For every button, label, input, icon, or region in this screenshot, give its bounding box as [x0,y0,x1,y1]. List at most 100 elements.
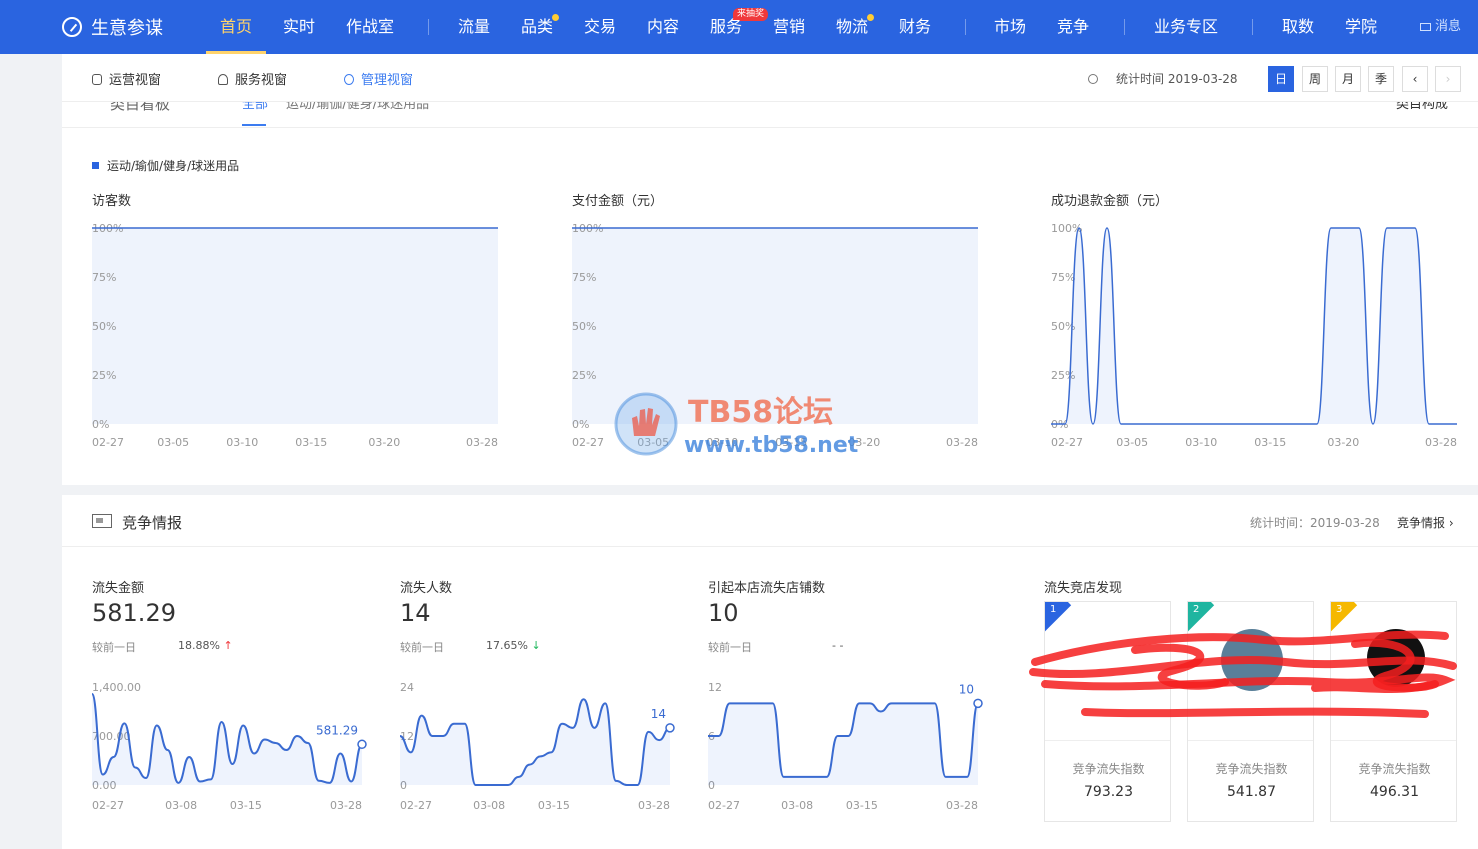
chevron-left-icon: ‹ [1412,72,1418,86]
metric-label: 引起本店流失店铺数 [708,581,826,596]
x-tick-label: 03-08 [781,799,813,812]
period-week-button[interactable]: 周 [1302,66,1328,92]
tab-all[interactable]: 全部 [242,102,268,112]
nav-item-1[interactable]: 实时 [283,0,315,54]
nav-item-9[interactable]: 物流 [836,0,868,54]
nav-item-13[interactable]: 业务专区 [1154,0,1218,54]
forum-watermark: TB58论坛 www.tb58.net [614,392,859,456]
rival-title: 流失竞店发现 [1044,581,1123,596]
lost-visitors-metric: 流失人数 14 较前一日 17.65% ↓ 24 12 0 02-27 03-08 03-1… [399,577,690,812]
metric-compare: 较前一日 18.88% ↑ [92,639,233,654]
last-point-label: 581.29 [316,723,358,737]
x-tick-label: 03-15 [538,799,570,812]
period-month-button[interactable]: 月 [1335,66,1361,92]
x-tick-label: 02-27 [92,799,124,812]
nav-item-11[interactable]: 市场 [994,0,1026,54]
x-tick-label: 03-08 [473,799,505,812]
prev-period-button[interactable]: ‹ [1402,66,1428,92]
period-quarter-button[interactable]: 季 [1368,66,1394,92]
competition-header: 竞争情报 统计时间：2019-03-28 竞争情报 › [62,495,1478,547]
next-period-button[interactable]: › [1435,66,1461,92]
nav-item-15[interactable]: 学院 [1345,0,1377,54]
divider [1331,740,1456,741]
last-point-marker [665,723,675,733]
nav-notify-dot [552,14,559,21]
metric-value: 581.29 [92,599,176,627]
top-nav: 生意参谋 来抽奖 消息 首页 实时 作战室 流量 品类 交易 内容 服务 营销 物流 财务 市场 竞争业… [0,0,1478,54]
message-link[interactable]: 消息 [1420,0,1461,54]
watermark-url: www.tb58.net [684,433,859,456]
visitors-chart: 访客数 100%75%50%25%0%02-2703-0503-1003-150… [92,190,522,449]
watermark-title: TB58论坛 [688,395,833,430]
scribble-stroke [1081,707,1429,718]
shield-icon [92,74,102,85]
y-tick-label: 75% [1051,271,1075,284]
nav-item-6[interactable]: 内容 [647,0,679,54]
compass-logo-icon [62,17,82,37]
divider [1188,740,1313,741]
metric-label: 流失人数 [400,581,453,596]
x-tick-label: 02-27 [708,799,740,812]
lost-shops-metric: 引起本店流失店铺数 10 较前一日- - 126002-2703-0803-15… [708,577,998,812]
legend-swatch [92,162,99,169]
x-tick-label: 03-28 [330,799,362,812]
tab-operation-view[interactable]: 运营视窗 [92,69,161,88]
refund-chart: 成功退款金额（元） 100% 75% 50% 25% 0% 02-27 03-05 03-10… [1051,190,1478,449]
rank-number: 3 [1336,604,1343,615]
headset-icon [218,74,228,85]
y-tick-label: 12 [708,681,722,694]
x-tick-label: 03-15 [846,799,878,812]
metric-compare: 较前一日 17.65% ↓ [400,639,541,654]
tab-service-view[interactable]: 服务视窗 [218,69,287,88]
metric-value: 10 [708,599,739,627]
x-tick-label: 03-15 [230,799,262,812]
chevron-right-icon: › [1445,72,1451,86]
index-value: 496.31 [1370,784,1419,800]
index-label: 竞争流失指数 [1072,762,1145,776]
arrow-up-icon: ↑ [223,639,233,652]
nav-item-14[interactable]: 取数 [1282,0,1314,54]
newspaper-icon [92,514,112,528]
competition-title: 竞争情报 [122,514,183,532]
chart-legend: 运动/瑜伽/健身/球迷用品 [92,157,239,174]
visitors-chart-plot: 100%75%50%25%0%02-2703-0503-1003-1503-20… [92,222,498,449]
lost-shops-chart: 126002-2703-0803-1503-2810 [708,681,983,812]
x-tick-label: 03-05 [1116,436,1148,449]
last-point-marker [357,739,367,750]
tab-category[interactable]: 运动/瑜伽/健身/球迷用品 [286,102,429,112]
x-tick-label: 03-20 [1327,436,1359,449]
lost-amount-chart: 1,400.00700.000.0002-27 03-08 03-15 03-2858… [91,681,367,812]
nav-notify-dot [867,14,874,21]
x-tick-label: 03-10 [1185,436,1217,449]
last-point-label: 14 [651,707,666,721]
nav-item-12[interactable]: 竞争 [1057,0,1089,54]
brand[interactable]: 生意参谋 [62,14,163,40]
arrow-down-icon: ↓ [531,639,541,652]
stat-time: 统计时间 2019-03-28 [1088,70,1238,87]
nav-item-2[interactable]: 作战室 [346,0,394,54]
nav-item-10[interactable]: 财务 [899,0,931,54]
nav-item-4[interactable]: 品类 [521,0,553,54]
nav-item-8[interactable]: 营销 [773,0,805,54]
x-tick-label: 03-28 [946,436,978,449]
chart-title: 成功退款金额（元） [1051,194,1169,209]
y-tick-label: 1,400.00 [92,681,141,694]
nav-separator [965,19,966,35]
x-tick-label: 02-27 [1051,436,1083,449]
nav-item-0[interactable]: 首页 [205,0,267,54]
metric-label: 流失金额 [92,581,145,596]
index-value: 793.23 [1084,784,1133,800]
x-tick-label: 03-28 [946,799,978,812]
nav-item-3[interactable]: 流量 [458,0,490,54]
chevron-right-icon: › [1448,516,1454,530]
x-tick-label: 02-27 [400,799,432,812]
competition-link[interactable]: 竞争情报 › [1397,514,1454,531]
x-tick-label: 03-15 [295,436,327,449]
payment-chart: 支付金额（元） 100%75%50%25%0%02-2703-0503-1003… [572,190,1002,449]
nav-item-5[interactable]: 交易 [584,0,616,54]
category-structure-link[interactable]: 类目构成 [1396,102,1448,112]
nav-item-7[interactable]: 服务 [710,0,742,54]
metric-value: 14 [400,599,431,627]
period-day-button[interactable]: 日 [1268,66,1294,92]
tab-management-view[interactable]: 管理视窗 [344,69,413,88]
